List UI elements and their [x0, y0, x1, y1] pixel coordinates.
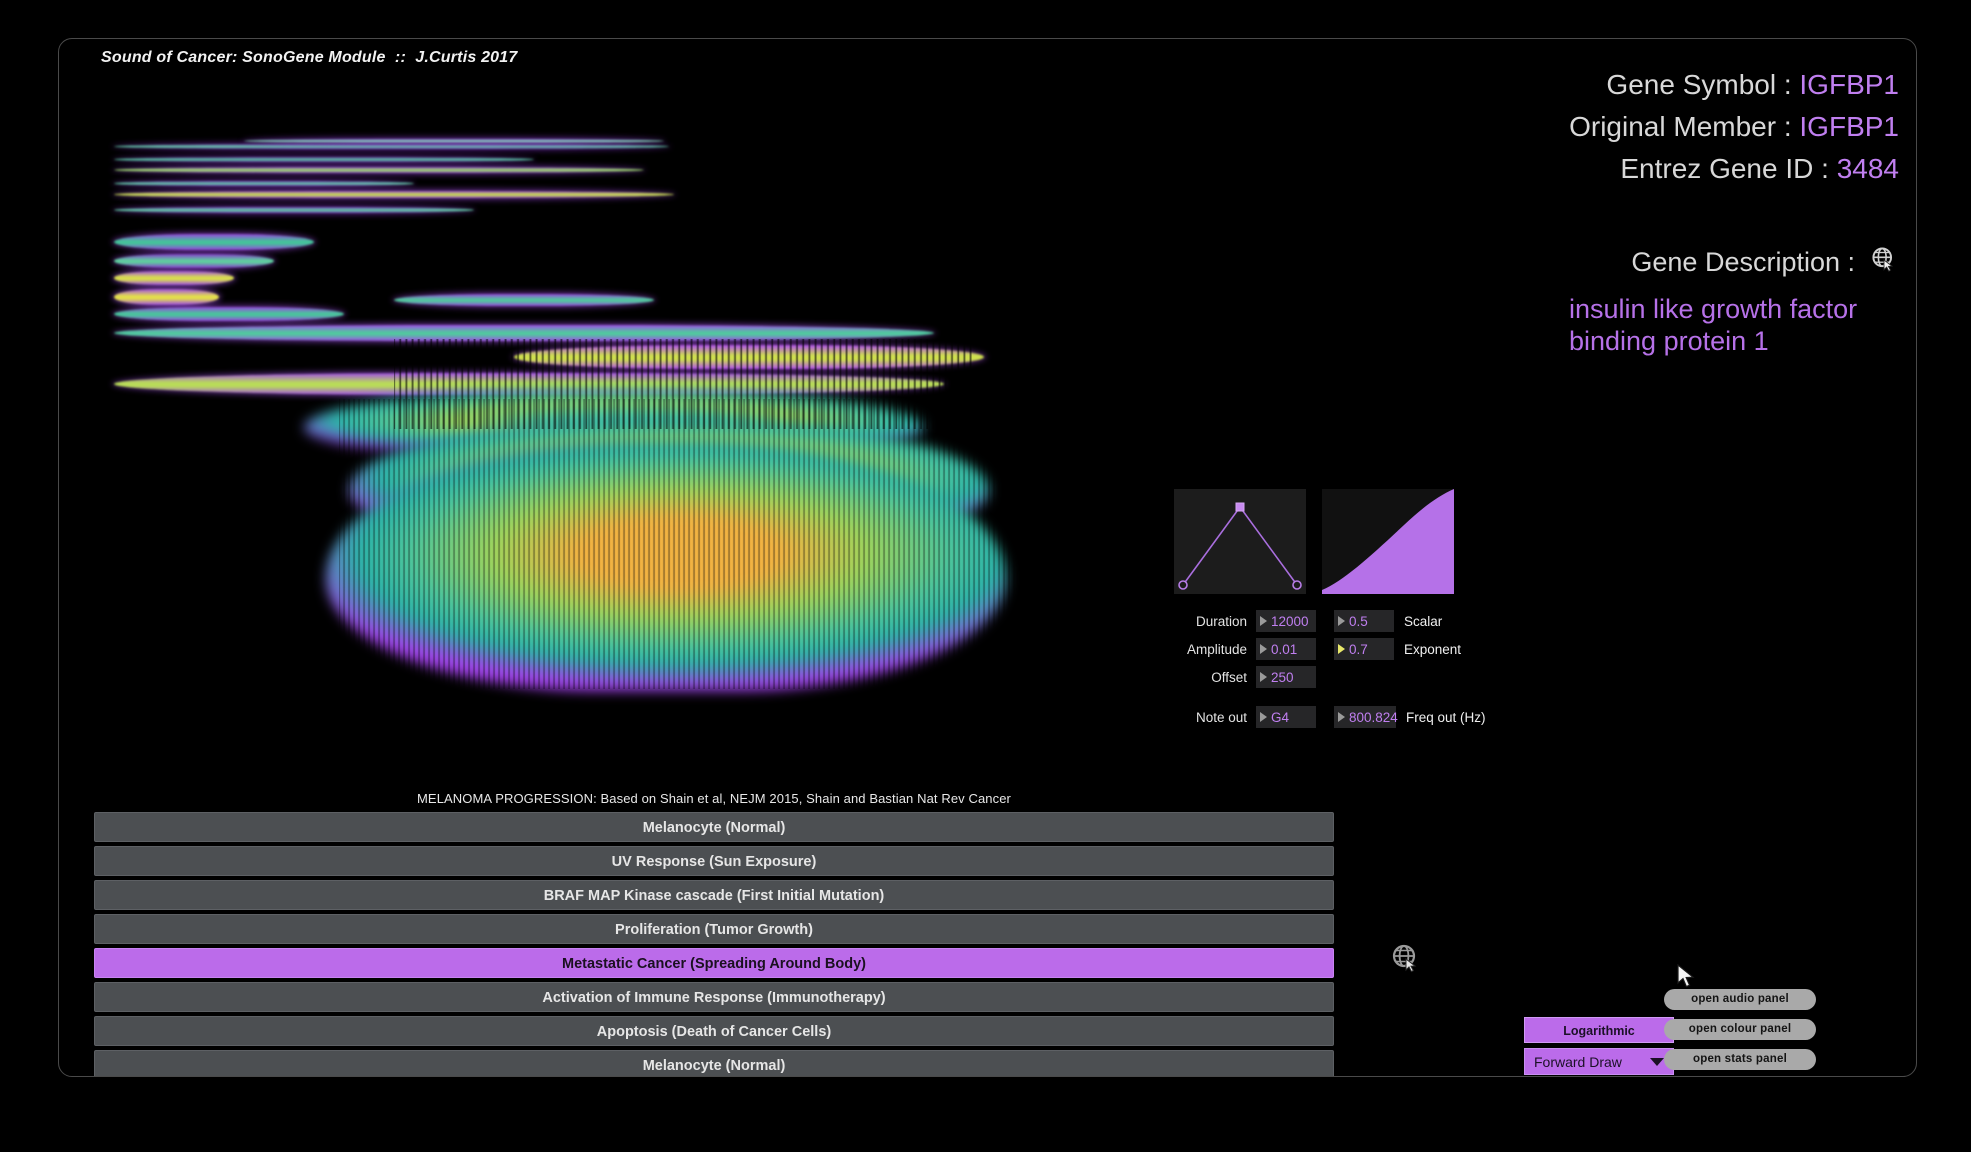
draw-mode-dropdown[interactable]: Forward Draw [1524, 1048, 1674, 1075]
expand-triangle-icon[interactable] [1338, 616, 1345, 626]
progression-stage-row[interactable]: Activation of Immune Response (Immunothe… [94, 982, 1334, 1012]
parameter-value-field[interactable]: 0.7 [1334, 638, 1394, 660]
expand-triangle-icon[interactable] [1260, 616, 1267, 626]
parameter-label: Exponent [1404, 641, 1462, 657]
gene-description-value: insulin like growth factor binding prote… [1569, 294, 1858, 356]
progression-stage-row[interactable]: Metastatic Cancer (Spreading Around Body… [94, 948, 1334, 978]
mouse-cursor [1677, 963, 1697, 995]
note-out-label: Note out [1195, 709, 1247, 725]
parameter-value: 0.01 [1271, 641, 1298, 657]
progression-stage-row[interactable]: Melanocyte (Normal) [94, 1050, 1334, 1076]
freq-out-label: Freq out (Hz) [1406, 709, 1486, 725]
globe-link-icon[interactable] [1869, 245, 1899, 280]
expand-triangle-icon[interactable] [1338, 644, 1345, 654]
gene-symbol-label: Gene Symbol : [1606, 69, 1792, 100]
open-panel-button[interactable]: open colour panel [1664, 1019, 1816, 1040]
scale-toggle-button[interactable]: Logarithmic [1524, 1017, 1674, 1043]
parameter-row: Amplitude 0.01 0.7 Exponent [1169, 637, 1589, 661]
parameter-label: Offset [1211, 669, 1247, 685]
app-window: Sound of Cancer: SonoGene Module :: J.Cu… [58, 38, 1917, 1077]
entrez-gene-id-value: 3484 [1836, 153, 1899, 184]
expand-triangle-icon[interactable] [1260, 712, 1267, 722]
draw-mode-value: Forward Draw [1534, 1053, 1622, 1070]
original-member-line: Original Member : IGFBP1 [1399, 111, 1899, 143]
parameter-value: 12000 [1271, 613, 1309, 629]
freq-out-field[interactable]: 800.824 [1334, 706, 1398, 728]
progression-stage-row[interactable]: Proliferation (Tumor Growth) [94, 914, 1334, 944]
parameter-value: 0.7 [1349, 641, 1368, 657]
gene-symbol-line: Gene Symbol : IGFBP1 [1399, 69, 1899, 101]
gene-info-panel: Gene Symbol : IGFBP1 Original Member : I… [1399, 69, 1899, 358]
parameter-label: Scalar [1404, 613, 1443, 629]
note-out-value: G4 [1271, 709, 1290, 725]
parameter-value: 0.5 [1349, 613, 1368, 629]
gene-symbol-value: IGFBP1 [1799, 69, 1899, 100]
app-title: Sound of Cancer: SonoGene Module :: J.Cu… [101, 49, 518, 66]
parameter-label: Duration [1195, 613, 1247, 629]
parameter-panel: Duration 12000 0.5 Scalar Amplitude 0.01 0.7 Ex… [1169, 609, 1589, 733]
note-freq-row: Note out G4 800.824 Freq out (Hz) [1169, 705, 1589, 729]
melanoma-progression: MELANOMA PROGRESSION: Based on Shain et … [94, 791, 1334, 1076]
chevron-down-icon [1650, 1057, 1664, 1066]
expand-triangle-icon[interactable] [1260, 644, 1267, 654]
entrez-gene-id-line: Entrez Gene ID : 3484 [1399, 153, 1899, 185]
curve-display[interactable] [1322, 489, 1454, 594]
expand-triangle-icon[interactable] [1260, 672, 1267, 682]
globe-link-icon[interactable] [1389, 942, 1423, 976]
progression-stage-row[interactable]: UV Response (Sun Exposure) [94, 846, 1334, 876]
parameter-value: 250 [1271, 669, 1294, 685]
spectrogram-blob [326, 441, 1006, 691]
panel-buttons: open audio panel open colour panel open st… [1664, 989, 1816, 1076]
parameter-rows: Duration 12000 0.5 Scalar Amplitude 0.01 0.7 Ex… [1169, 609, 1589, 689]
note-out-field[interactable]: G4 [1256, 706, 1316, 728]
gene-description-header: Gene Description : [1399, 245, 1899, 280]
parameter-row: Duration 12000 0.5 Scalar [1169, 609, 1589, 633]
gene-description-label: Gene Description : [1631, 247, 1855, 277]
expand-triangle-icon[interactable] [1338, 712, 1345, 722]
progression-caption: MELANOMA PROGRESSION: Based on Shain et … [417, 791, 1011, 806]
original-member-label: Original Member : [1569, 111, 1792, 142]
progression-stage-row[interactable]: Melanocyte (Normal) [94, 812, 1334, 842]
entrez-gene-id-label: Entrez Gene ID : [1620, 153, 1829, 184]
open-panel-button[interactable]: open stats panel [1664, 1049, 1816, 1070]
parameter-row: Offset 250 [1169, 665, 1589, 689]
parameter-value-field[interactable]: 0.01 [1256, 638, 1316, 660]
parameter-value-field[interactable]: 0.5 [1334, 610, 1394, 632]
parameter-label: Amplitude [1186, 641, 1247, 657]
progression-stage-row[interactable]: Apoptosis (Death of Cancer Cells) [94, 1016, 1334, 1046]
parameter-value-field[interactable]: 12000 [1256, 610, 1316, 632]
freq-out-value: 800.824 [1349, 709, 1398, 725]
progression-stage-row[interactable]: BRAF MAP Kinase cascade (First Initial M… [94, 880, 1334, 910]
original-member-value: IGFBP1 [1799, 111, 1899, 142]
parameter-value-field[interactable]: 250 [1256, 666, 1316, 688]
progression-stage-list: Melanocyte (Normal) UV Response (Sun Expo… [94, 812, 1334, 1076]
envelope-editor[interactable] [1174, 489, 1306, 594]
